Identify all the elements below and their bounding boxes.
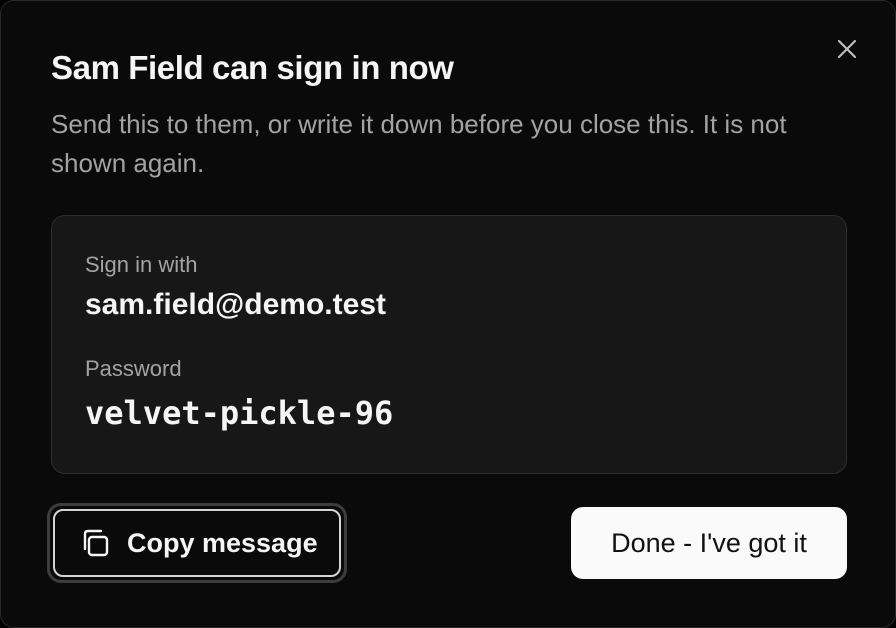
password-value: velvet-pickle-96	[85, 394, 394, 432]
signin-label: Sign in with	[85, 252, 198, 277]
copy-message-button-face[interactable]: Copy message	[53, 509, 341, 577]
signin-email: sam.field@demo.test	[85, 288, 386, 321]
credentials-panel: Sign in with sam.field@demo.test Passwor…	[51, 215, 847, 474]
close-icon	[836, 38, 858, 65]
signin-details-dialog: Sam Field can sign in now Send this to t…	[0, 0, 896, 628]
dialog-title: Sam Field can sign in now	[51, 49, 454, 86]
copy-icon	[79, 527, 111, 559]
dialog-subtitle: Send this to them, or write it down befo…	[51, 109, 787, 178]
copy-message-label: Copy message	[127, 527, 318, 558]
close-button[interactable]	[833, 37, 861, 65]
done-button[interactable]: Done - I've got it	[571, 507, 847, 579]
password-label: Password	[85, 356, 182, 381]
copy-message-button[interactable]: Copy message	[47, 503, 347, 583]
